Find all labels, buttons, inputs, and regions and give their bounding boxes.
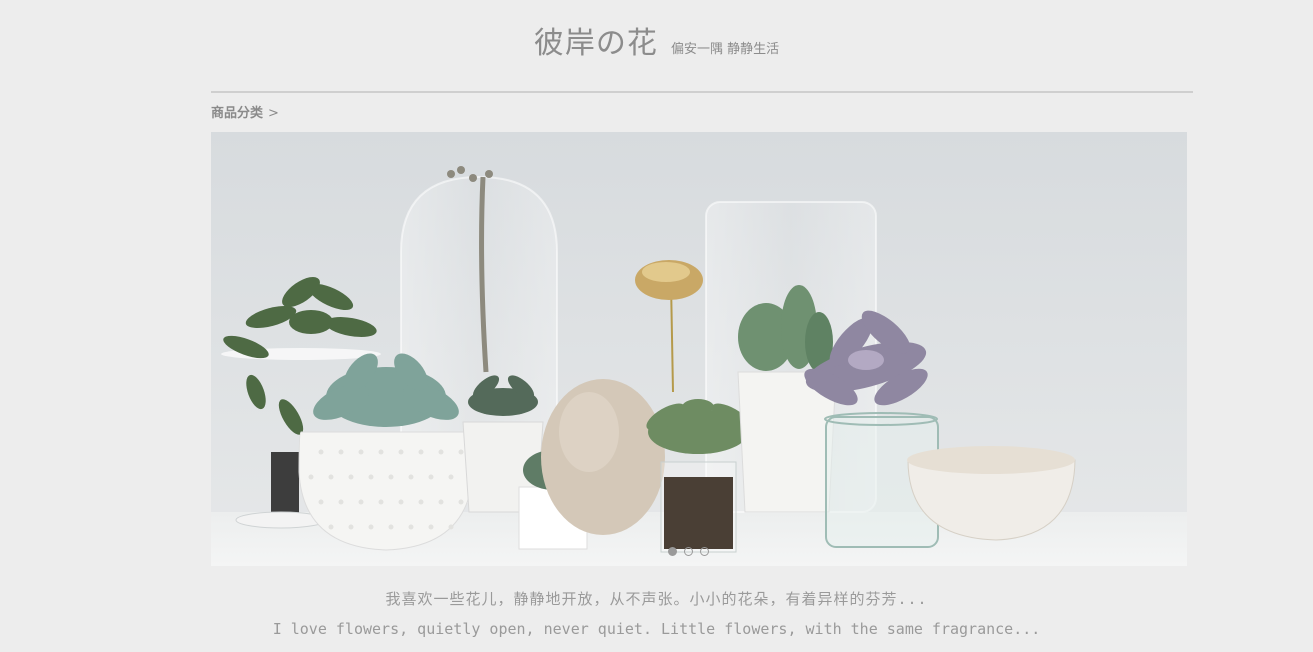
site-header: 彼岸の花 偏安一隅 静静生活 [0,18,1313,68]
caption-english: I love flowers, quietly open, never quie… [272,620,1041,638]
site-title: 彼岸の花 [533,26,658,61]
carousel-dot-1[interactable] [668,547,677,556]
category-menu[interactable]: 商品分类 > [211,102,279,121]
carousel-dots [668,547,709,559]
page: 彼岸の花 偏安一隅 静静生活 商品分类 > 我喜欢一些花儿，静静地开放，从不声张… [0,0,1313,652]
category-menu-label: 商品分类 [211,106,264,121]
carousel-dot-2[interactable] [684,547,693,556]
banner-carousel[interactable] [211,132,1187,566]
header-divider [211,91,1193,93]
site-subtitle: 偏安一隅 静静生活 [670,42,780,57]
caption-chinese: 我喜欢一些花儿，静静地开放，从不声张。小小的花朵，有着异样的芬芳... [385,590,928,608]
banner-image [211,132,1187,566]
chevron-right-icon: > [268,106,279,121]
carousel-dot-3[interactable] [700,547,709,556]
